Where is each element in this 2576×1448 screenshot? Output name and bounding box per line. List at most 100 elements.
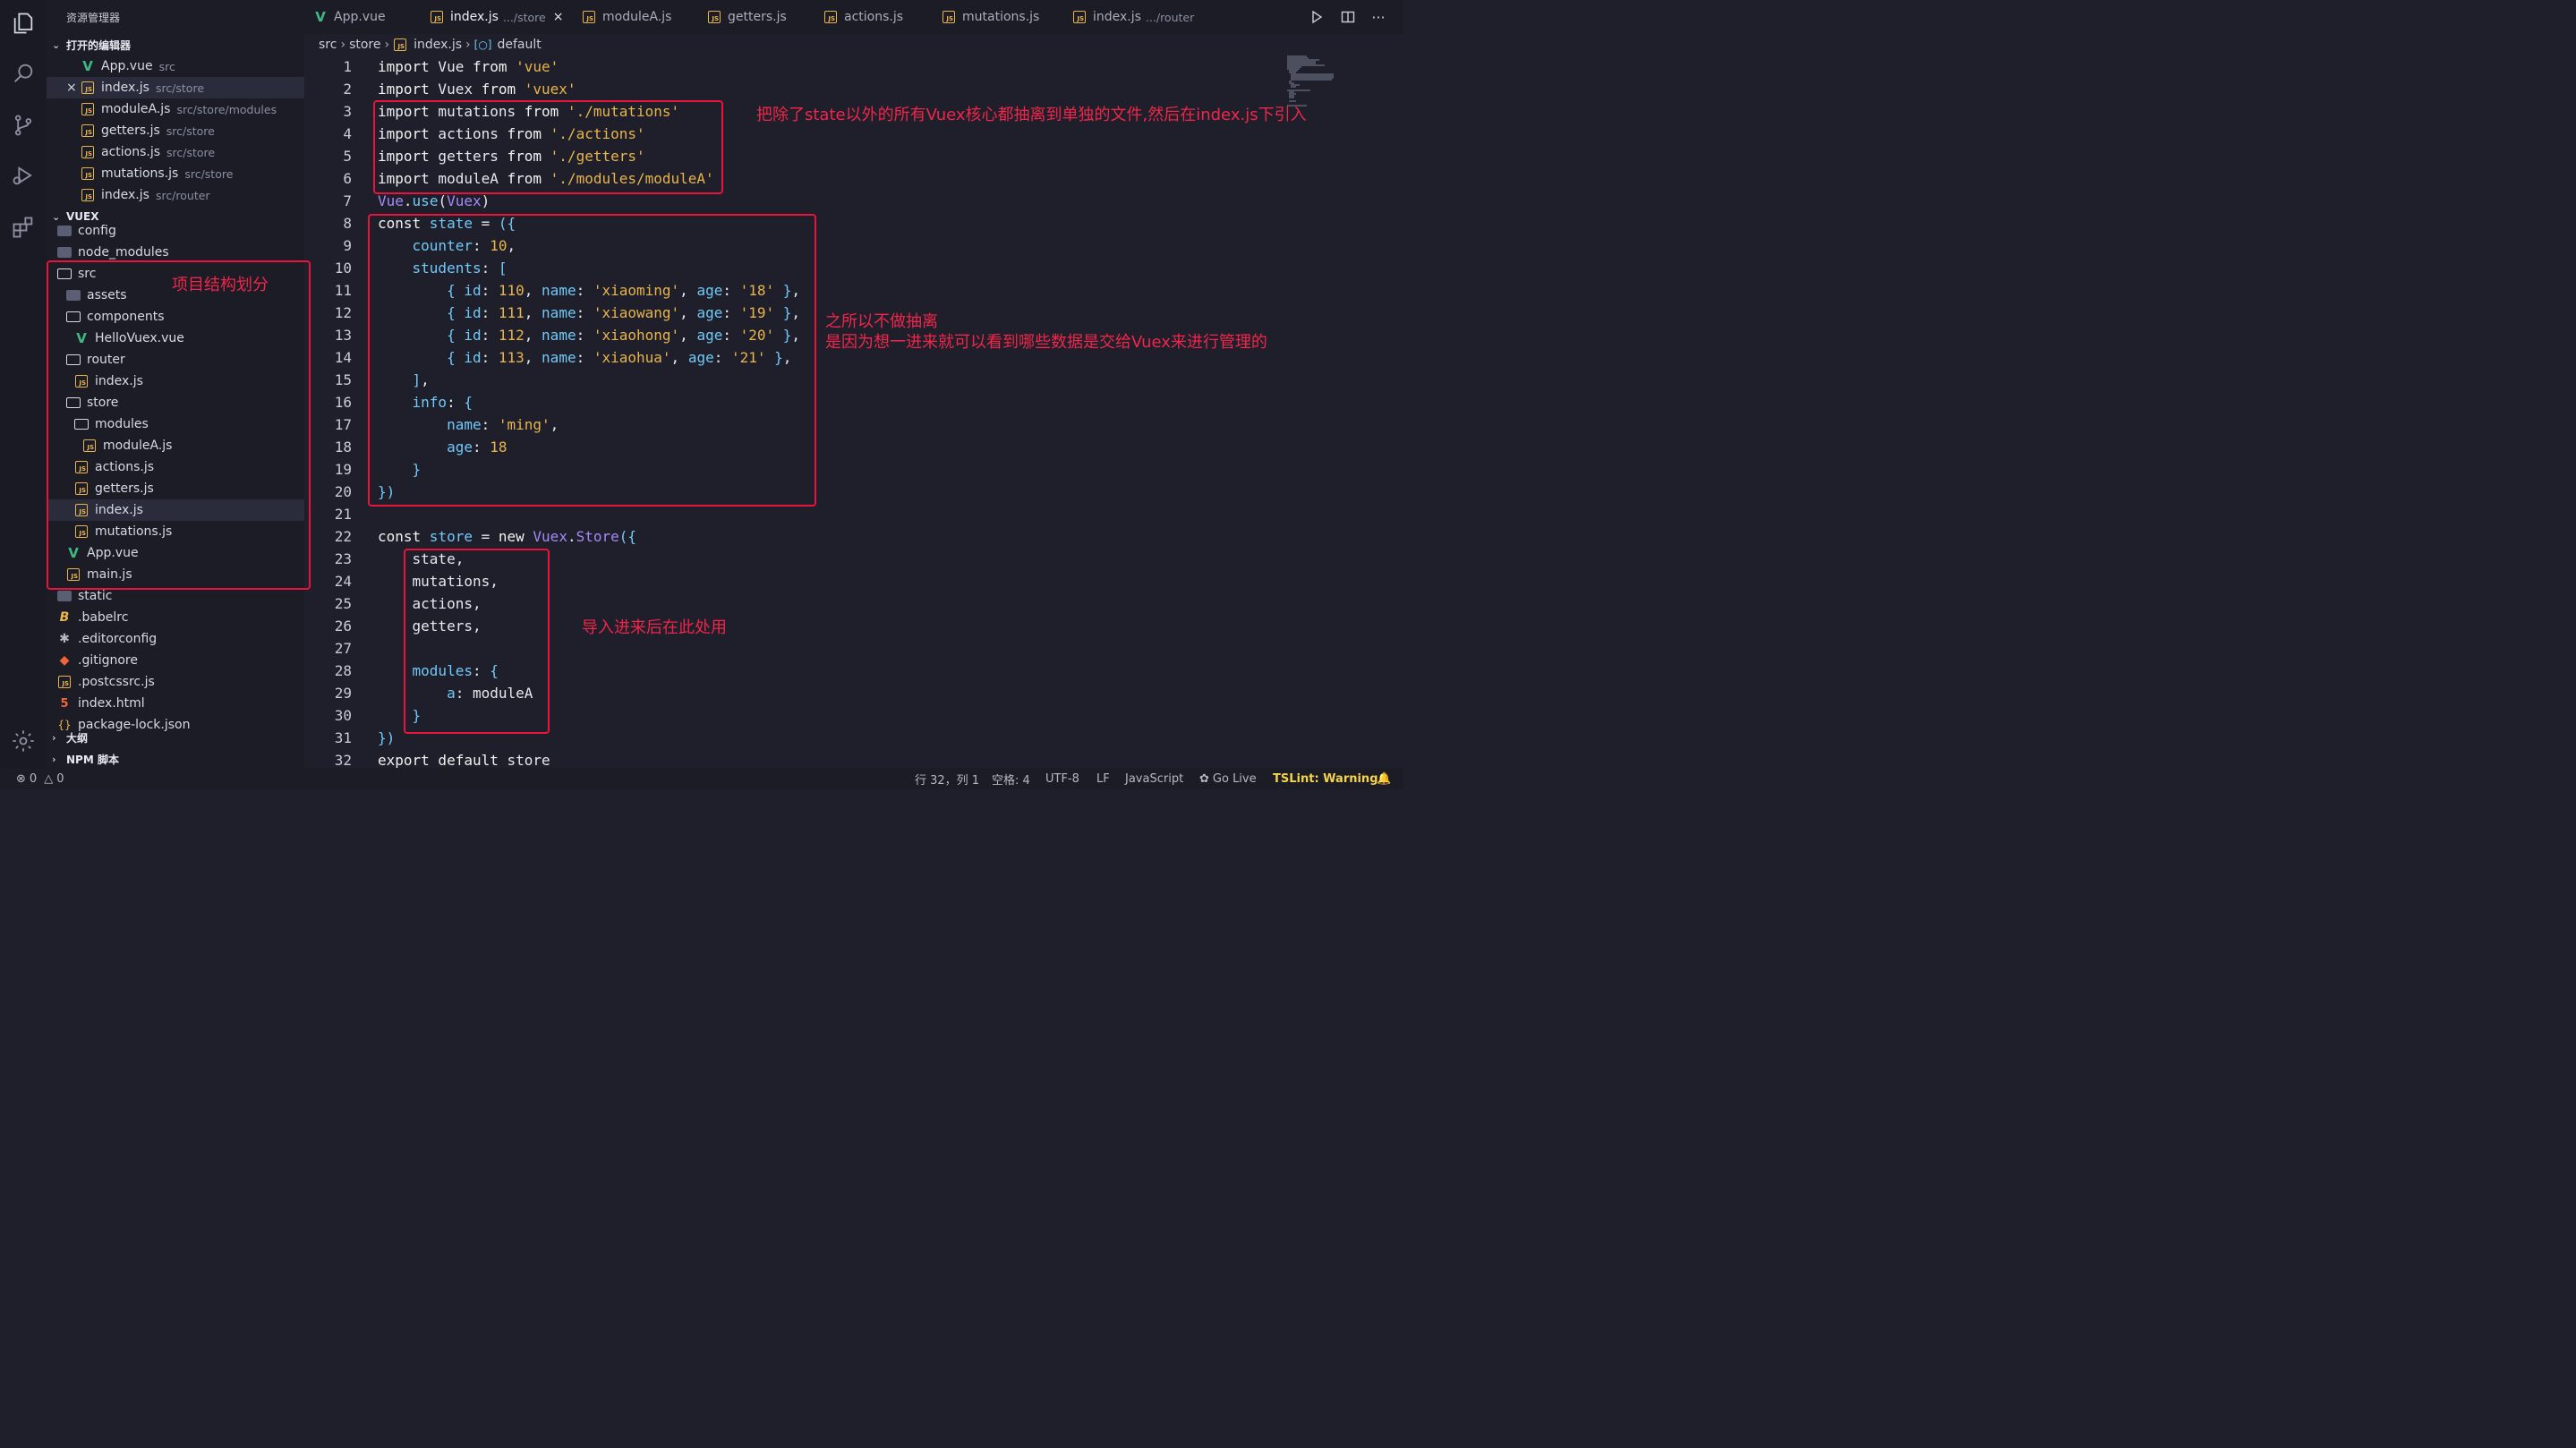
code-line[interactable]: students: [ xyxy=(378,257,508,279)
code-line[interactable]: } xyxy=(378,458,422,481)
tab-mutations-js[interactable]: JS mutations.js xyxy=(942,0,1039,34)
tab-index-js[interactable]: JS index.js .../router xyxy=(1072,0,1194,34)
tree-item[interactable]: ✱ .editorconfig xyxy=(47,628,304,650)
tree-item[interactable]: JS index.js xyxy=(47,499,304,521)
open-editor-item[interactable]: JS actions.js src/store xyxy=(47,141,304,163)
code-line[interactable]: age: 18 xyxy=(378,436,507,458)
breadcrumb-src[interactable]: src xyxy=(319,38,337,52)
npm-scripts-header[interactable]: › NPM 脚本 xyxy=(52,750,119,768)
code-line[interactable]: import getters from './getters' xyxy=(378,145,645,167)
breadcrumb-file[interactable]: index.js xyxy=(414,38,462,52)
end-of-line[interactable]: LF xyxy=(1096,768,1110,789)
tree-item[interactable]: JS mutations.js xyxy=(47,521,304,542)
open-editor-item[interactable]: V App.vue src xyxy=(47,55,304,77)
tree-item[interactable]: JS .postcssrc.js xyxy=(47,671,304,693)
encoding[interactable]: UTF-8 xyxy=(1045,768,1079,789)
code-line[interactable]: { id: 113, name: 'xiaohua', age: '21' }, xyxy=(378,346,791,369)
language-mode[interactable]: JavaScript xyxy=(1125,768,1183,789)
open-editor-name: index.js xyxy=(101,188,149,202)
chevron-right-icon: › xyxy=(465,38,471,52)
close-icon[interactable]: × xyxy=(553,10,564,24)
vertical-scrollbar[interactable] xyxy=(1391,54,1403,768)
tslint-status[interactable]: TSLint: Warning xyxy=(1273,768,1378,789)
code-line[interactable]: getters, xyxy=(378,615,482,637)
open-editor-item[interactable]: JS index.js src/router xyxy=(47,184,304,206)
tree-item[interactable]: node_modules xyxy=(47,242,304,263)
code-line[interactable]: const state = ({ xyxy=(378,212,516,234)
code-line[interactable]: Vue.use(Vuex) xyxy=(378,190,490,212)
settings-gear-icon[interactable] xyxy=(9,727,38,755)
tab-getters-js[interactable]: JS getters.js xyxy=(707,0,787,34)
tree-item[interactable]: B .babelrc xyxy=(47,607,304,628)
tree-item[interactable]: router xyxy=(47,349,304,371)
code-line[interactable]: { id: 112, name: 'xiaohong', age: '20' }… xyxy=(378,324,800,346)
code-line[interactable]: info: { xyxy=(378,391,473,413)
js-icon: JS xyxy=(81,102,95,116)
tree-item[interactable]: JS index.js xyxy=(47,371,304,392)
more-actions-icon[interactable]: ··· xyxy=(1369,8,1387,26)
code-line[interactable]: state, xyxy=(378,548,465,570)
tree-item[interactable]: config xyxy=(47,220,304,242)
problems-indicator[interactable]: ⊗ 0 △ 0 xyxy=(16,768,64,789)
explorer-icon[interactable] xyxy=(9,9,38,38)
code-line[interactable]: { id: 111, name: 'xiaowang', age: '19' }… xyxy=(378,302,800,324)
tree-item[interactable]: V App.vue xyxy=(47,542,304,564)
open-editor-item[interactable]: JS getters.js src/store xyxy=(47,120,304,141)
code-line[interactable]: import moduleA from './modules/moduleA' xyxy=(378,167,714,190)
cursor-position[interactable]: 行 32，列 1 xyxy=(915,768,979,789)
code-line[interactable]: { id: 110, name: 'xiaoming', age: '18' }… xyxy=(378,279,800,302)
open-editors-header[interactable]: ⌄ 打开的编辑器 xyxy=(52,36,131,54)
open-editor-path: src/router xyxy=(155,188,210,202)
code-line[interactable]: }) xyxy=(378,727,395,749)
code-line[interactable]: name: 'ming', xyxy=(378,413,559,436)
tree-item[interactable]: JS main.js xyxy=(47,564,304,585)
tree-item[interactable]: JS getters.js xyxy=(47,478,304,499)
tree-item[interactable]: modules xyxy=(47,413,304,435)
js-icon: JS xyxy=(942,10,956,24)
tree-item[interactable]: static xyxy=(47,585,304,607)
minimap[interactable] xyxy=(1284,54,1391,768)
code-line[interactable]: import Vuex from 'vuex' xyxy=(378,78,576,100)
tree-item[interactable]: V HelloVuex.vue xyxy=(47,328,304,349)
code-line[interactable]: import mutations from './mutations' xyxy=(378,100,679,123)
code-line[interactable]: actions, xyxy=(378,592,482,615)
breadcrumb-symbol[interactable]: default xyxy=(497,38,541,52)
tab-actions-js[interactable]: JS actions.js xyxy=(823,0,903,34)
split-editor-icon[interactable] xyxy=(1339,8,1357,26)
tree-item[interactable]: JS actions.js xyxy=(47,456,304,478)
extensions-icon[interactable] xyxy=(9,213,38,242)
code-line[interactable]: import actions from './actions' xyxy=(378,123,645,145)
tab-index-js[interactable]: JS index.js .../store × xyxy=(430,0,563,34)
breadcrumb-store[interactable]: store xyxy=(349,38,380,52)
code-line[interactable]: const store = new Vuex.Store({ xyxy=(378,525,636,548)
open-editor-item[interactable]: JS moduleA.js src/store/modules xyxy=(47,98,304,120)
code-line[interactable]: import Vue from 'vue' xyxy=(378,55,559,78)
indentation[interactable]: 空格: 4 xyxy=(992,768,1030,789)
notifications-bell-icon[interactable]: 🔔 xyxy=(1377,768,1391,789)
code-line[interactable]: ], xyxy=(378,369,430,391)
code-token: Vue xyxy=(378,192,404,209)
run-debug-icon[interactable] xyxy=(9,161,38,190)
open-editor-item[interactable]: JS mutations.js src/store xyxy=(47,163,304,184)
code-line[interactable]: }) xyxy=(378,481,395,503)
code-line[interactable]: mutations, xyxy=(378,570,499,592)
tree-item[interactable]: 5 index.html xyxy=(47,693,304,714)
close-icon[interactable]: × xyxy=(66,81,77,95)
code-editor[interactable]: 1 import Vue from 'vue' 2 import Vuex from … xyxy=(304,54,1280,769)
tab-App-vue[interactable]: V App.vue xyxy=(313,0,385,34)
outline-header[interactable]: › 大纲 xyxy=(52,728,88,746)
source-control-icon[interactable] xyxy=(9,111,38,140)
tree-item[interactable]: JS moduleA.js xyxy=(47,435,304,456)
search-icon[interactable] xyxy=(9,59,38,88)
open-editor-item[interactable]: × JS index.js src/store xyxy=(47,77,304,98)
tree-item[interactable]: store xyxy=(47,392,304,413)
tree-item[interactable]: ◆ .gitignore xyxy=(47,650,304,671)
go-live-button[interactable]: ✿ Go Live xyxy=(1199,768,1257,789)
run-icon[interactable] xyxy=(1308,8,1326,26)
tab-moduleA-js[interactable]: JS moduleA.js xyxy=(582,0,671,34)
code-line[interactable]: modules: { xyxy=(378,660,499,682)
code-line[interactable]: a: moduleA xyxy=(378,682,533,704)
tree-item[interactable]: components xyxy=(47,306,304,328)
code-line[interactable]: } xyxy=(378,704,422,727)
code-line[interactable]: counter: 10, xyxy=(378,234,516,257)
